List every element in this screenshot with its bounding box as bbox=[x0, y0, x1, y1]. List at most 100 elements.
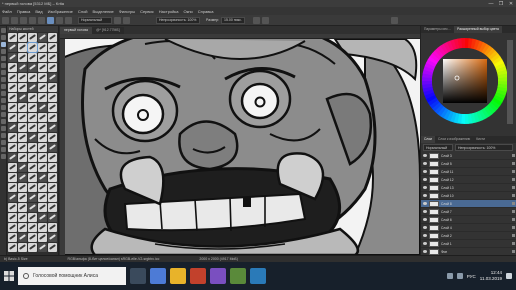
menu-tools[interactable]: Сервис bbox=[140, 9, 154, 14]
brush-preset[interactable] bbox=[18, 93, 27, 102]
brush-preset[interactable] bbox=[8, 93, 17, 102]
layer-row[interactable]: Слой 3 bbox=[421, 152, 516, 160]
pattern-icon[interactable] bbox=[56, 16, 63, 24]
language-indicator[interactable]: РУС bbox=[467, 274, 476, 279]
alpha-lock-icon[interactable] bbox=[512, 202, 515, 205]
brush-preset[interactable] bbox=[18, 33, 27, 42]
layer-blend-mode-select[interactable]: Нормальный bbox=[423, 144, 453, 151]
menu-file[interactable]: Файл bbox=[2, 9, 12, 14]
brush-preset[interactable] bbox=[38, 233, 47, 242]
brush-preset[interactable] bbox=[8, 173, 17, 182]
rect-select-tool-icon[interactable] bbox=[0, 126, 6, 131]
layer-row[interactable]: Слой 1 bbox=[421, 240, 516, 248]
close-button[interactable]: ✕ bbox=[506, 1, 516, 7]
brush-preset[interactable] bbox=[28, 193, 37, 202]
brush-preset[interactable] bbox=[48, 183, 57, 192]
clock[interactable]: 12:44 11.03.2019 bbox=[480, 270, 502, 282]
visibility-eye-icon[interactable] bbox=[423, 226, 427, 229]
brush-preset[interactable] bbox=[28, 53, 37, 62]
krita-taskbar-icon[interactable] bbox=[210, 268, 226, 284]
brush-preset[interactable] bbox=[8, 63, 17, 72]
visibility-eye-icon[interactable] bbox=[423, 242, 427, 245]
alpha-lock-icon[interactable] bbox=[123, 16, 130, 24]
rectangle-tool-icon[interactable] bbox=[0, 56, 6, 61]
tab-advanced-color-selector[interactable]: Расширенный выбор цвета bbox=[454, 26, 502, 33]
alpha-lock-icon[interactable] bbox=[512, 250, 515, 253]
new-document-icon[interactable] bbox=[2, 16, 9, 24]
brush-preset[interactable] bbox=[38, 183, 47, 192]
layer-row[interactable]: Слой 12 bbox=[421, 176, 516, 184]
brush-preset[interactable] bbox=[8, 43, 17, 52]
gradient-tool-icon[interactable] bbox=[0, 105, 6, 110]
brush-preset[interactable] bbox=[18, 53, 27, 62]
brush-preset-icon[interactable] bbox=[65, 16, 72, 24]
visibility-eye-icon[interactable] bbox=[423, 234, 427, 237]
crop-tool-icon[interactable] bbox=[0, 98, 6, 103]
alpha-lock-icon[interactable] bbox=[512, 234, 515, 237]
brush-preset[interactable] bbox=[48, 73, 57, 82]
brush-preset[interactable] bbox=[8, 153, 17, 162]
zoom-tool-icon[interactable] bbox=[0, 147, 6, 152]
brush-preset[interactable] bbox=[38, 53, 47, 62]
brush-preset[interactable] bbox=[18, 153, 27, 162]
yandex-browser-icon[interactable] bbox=[190, 268, 206, 284]
gradient-icon[interactable] bbox=[47, 16, 54, 24]
brush-preset[interactable] bbox=[28, 243, 37, 252]
mirror-vertical-icon[interactable] bbox=[262, 16, 270, 24]
brush-preset[interactable] bbox=[38, 83, 47, 92]
brush-preset[interactable] bbox=[48, 33, 57, 42]
file-explorer-icon[interactable] bbox=[170, 268, 186, 284]
brush-preset[interactable] bbox=[18, 173, 27, 182]
opacity-slider[interactable]: Непрозрачность: 100% bbox=[156, 16, 200, 24]
layer-row[interactable]: Слой 13 bbox=[421, 184, 516, 192]
brush-preset[interactable] bbox=[8, 73, 17, 82]
brush-preset[interactable] bbox=[28, 173, 37, 182]
alpha-lock-icon[interactable] bbox=[512, 154, 515, 157]
brush-preset[interactable] bbox=[28, 213, 37, 222]
layer-row[interactable]: Слой 11 bbox=[421, 168, 516, 176]
brush-preset[interactable] bbox=[18, 83, 27, 92]
brush-preset[interactable] bbox=[28, 163, 37, 172]
brush-preset[interactable] bbox=[38, 123, 47, 132]
brush-preset[interactable] bbox=[38, 243, 47, 252]
brush-preset[interactable] bbox=[28, 143, 37, 152]
brush-preset[interactable] bbox=[48, 63, 57, 72]
alpha-lock-icon[interactable] bbox=[512, 210, 515, 213]
text-tool-icon[interactable] bbox=[0, 35, 6, 40]
mirror-horizontal-icon[interactable] bbox=[253, 16, 261, 24]
brush-preset[interactable] bbox=[38, 223, 47, 232]
brush-preset[interactable] bbox=[38, 163, 47, 172]
brush-preset[interactable] bbox=[18, 163, 27, 172]
visibility-eye-icon[interactable] bbox=[423, 154, 427, 157]
brush-preset[interactable] bbox=[18, 193, 27, 202]
visibility-eye-icon[interactable] bbox=[423, 162, 427, 165]
brush-preset[interactable] bbox=[8, 223, 17, 232]
brush-preset[interactable] bbox=[8, 213, 17, 222]
brush-preset[interactable] bbox=[38, 203, 47, 212]
pan-tool-icon[interactable] bbox=[0, 154, 6, 159]
blend-mode-select[interactable]: Нормальный bbox=[78, 16, 112, 24]
line-tool-icon[interactable] bbox=[0, 49, 6, 54]
brush-preset[interactable] bbox=[8, 33, 17, 42]
brush-preset[interactable] bbox=[48, 143, 57, 152]
brush-preset[interactable] bbox=[38, 193, 47, 202]
brush-preset[interactable] bbox=[48, 203, 57, 212]
brush-preset[interactable] bbox=[38, 153, 47, 162]
brush-preset[interactable] bbox=[48, 153, 57, 162]
brush-preset[interactable] bbox=[38, 103, 47, 112]
brush-preset[interactable] bbox=[38, 93, 47, 102]
brush-preset[interactable] bbox=[18, 123, 27, 132]
task-view-icon[interactable] bbox=[130, 268, 146, 284]
brush-preset[interactable] bbox=[8, 113, 17, 122]
brush-preset[interactable] bbox=[8, 243, 17, 252]
brush-preset[interactable] bbox=[8, 83, 17, 92]
tab-layers[interactable]: Слои bbox=[421, 136, 436, 143]
maximize-button[interactable]: ❐ bbox=[496, 1, 506, 7]
menu-edit[interactable]: Правка bbox=[17, 9, 31, 14]
menu-filters[interactable]: Фильтры bbox=[119, 9, 135, 14]
brush-preset[interactable] bbox=[18, 103, 27, 112]
brush-preset[interactable] bbox=[28, 113, 37, 122]
alpha-lock-icon[interactable] bbox=[512, 194, 515, 197]
brush-preset[interactable] bbox=[18, 183, 27, 192]
bezier-tool-icon[interactable] bbox=[0, 77, 6, 82]
